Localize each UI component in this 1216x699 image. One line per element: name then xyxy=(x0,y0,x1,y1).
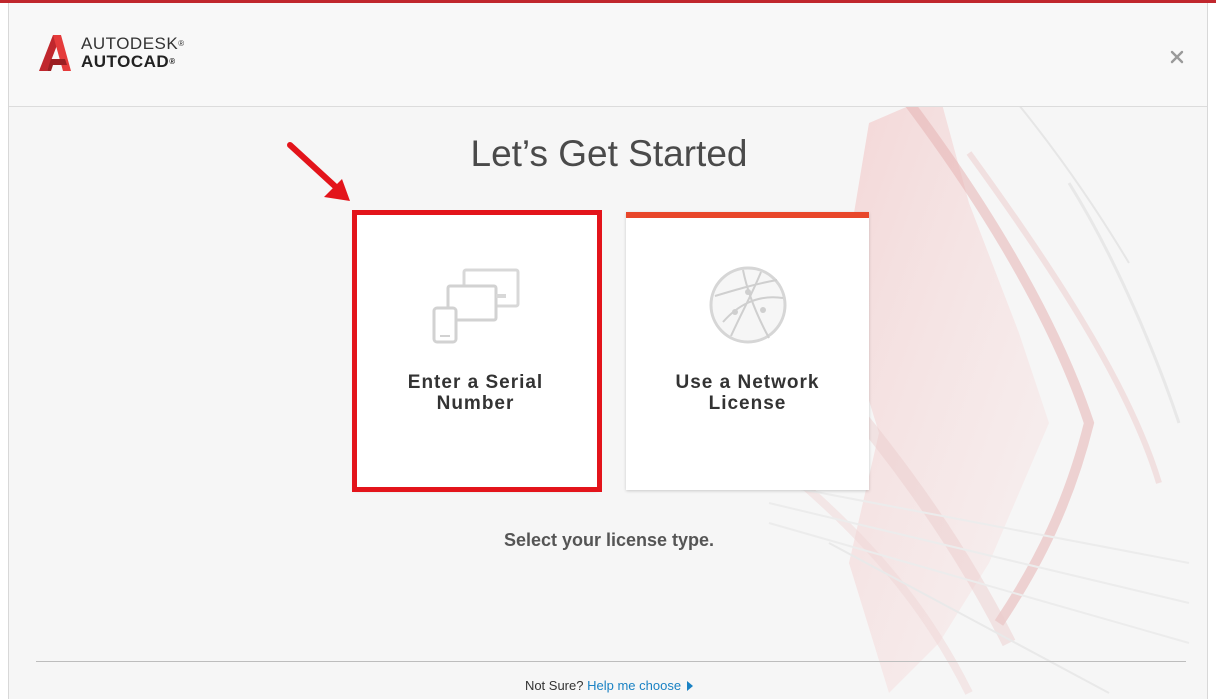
license-dialog: AUTODESK® AUTOCAD® Let’s Get Started Ent… xyxy=(8,3,1208,699)
devices-icon xyxy=(432,268,519,344)
use-network-license-label: Use a Network License xyxy=(675,372,820,414)
network-globe-icon xyxy=(709,266,786,344)
use-network-license-tile[interactable]: Use a Network License xyxy=(626,212,869,490)
pointer-arrow-icon xyxy=(287,142,350,201)
close-button[interactable] xyxy=(1169,49,1185,65)
not-sure-text: Not Sure? xyxy=(524,678,584,693)
autocad-a-logo-icon xyxy=(39,35,71,71)
brand-name: AUTODESK xyxy=(81,34,179,53)
help-me-choose-label: Help me choose xyxy=(587,678,682,693)
close-icon xyxy=(1170,50,1184,64)
enter-serial-number-label: Enter a Serial Number xyxy=(407,372,544,414)
dialog-header: AUTODESK® AUTOCAD® xyxy=(9,3,1207,107)
enter-serial-number-tile[interactable]: Enter a Serial Number xyxy=(354,212,597,490)
footer-divider xyxy=(36,661,1186,662)
dialog-footer: Not Sure? Help me choose xyxy=(9,678,1207,693)
background-art xyxy=(726,92,1190,695)
product-name: AUTOCAD xyxy=(81,52,170,71)
page-title: Let’s Get Started xyxy=(470,133,748,174)
help-me-choose-link[interactable]: Help me choose xyxy=(587,678,694,693)
autocad-logo: AUTODESK® AUTOCAD® xyxy=(37,33,185,73)
play-arrow-icon xyxy=(687,681,694,691)
license-type-prompt: Select your license type. xyxy=(503,530,715,550)
